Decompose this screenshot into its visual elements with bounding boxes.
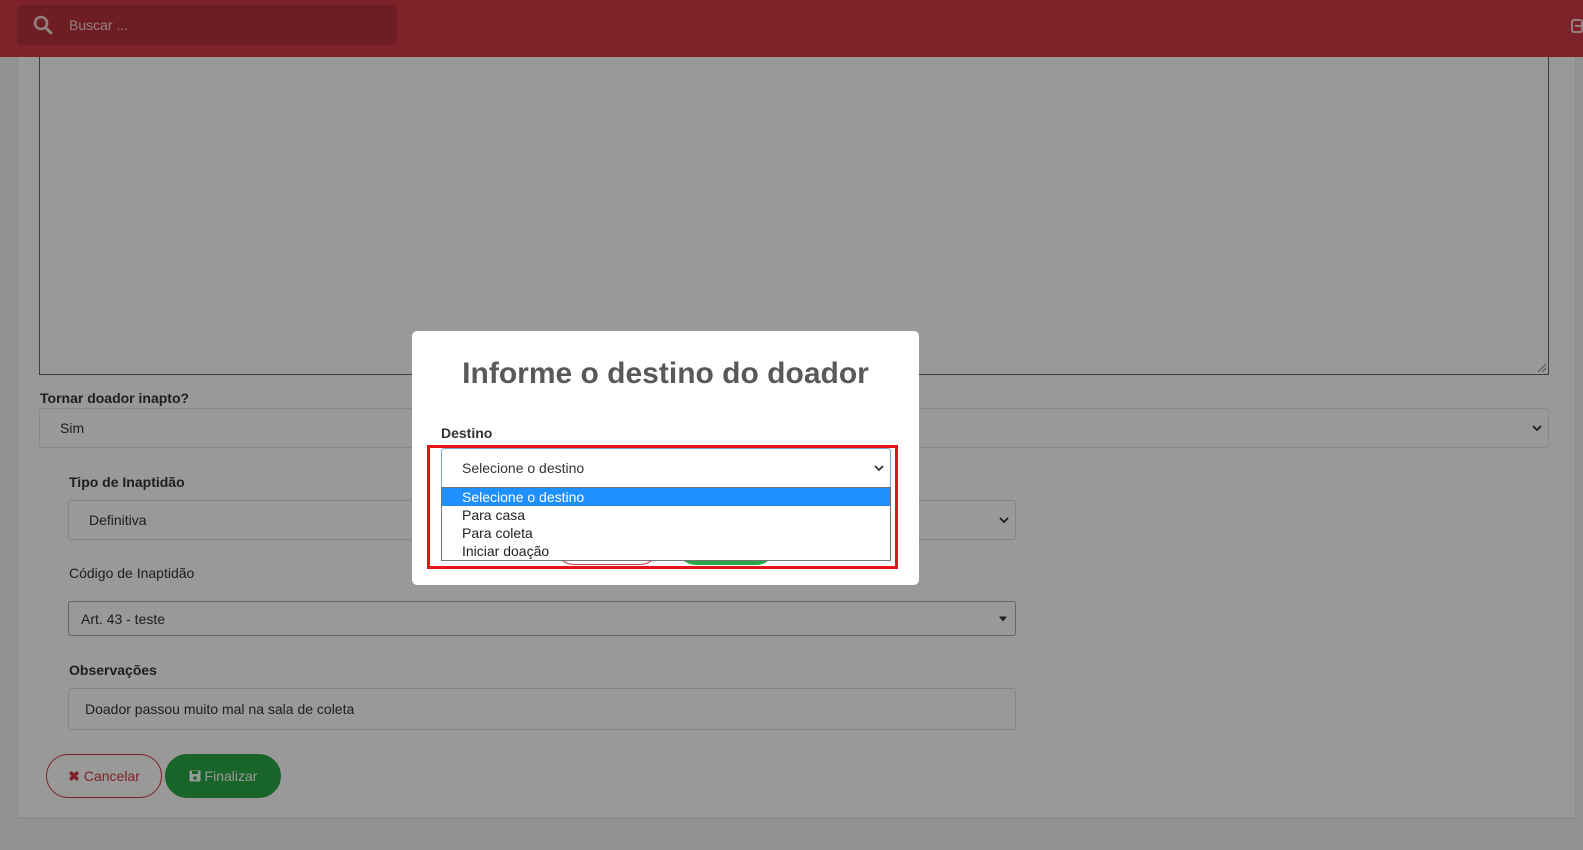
option-item[interactable]: Para casa (442, 506, 890, 524)
option-item[interactable]: Para coleta (442, 524, 890, 542)
option-item[interactable]: Selecione o destino (442, 488, 890, 506)
chevron-down-icon (874, 465, 884, 472)
destino-options-list: Selecione o destino Para casa Para colet… (441, 487, 891, 561)
destino-selected-value: Selecione o destino (462, 460, 585, 476)
modal-title: Informe o destino do doador (462, 357, 869, 390)
destino-label: Destino (441, 425, 493, 441)
option-item[interactable]: Iniciar doação (442, 542, 890, 560)
destino-select[interactable]: Selecione o destino (441, 448, 891, 488)
destino-modal: Informe o destino do doador Destino Sele… (412, 331, 919, 585)
